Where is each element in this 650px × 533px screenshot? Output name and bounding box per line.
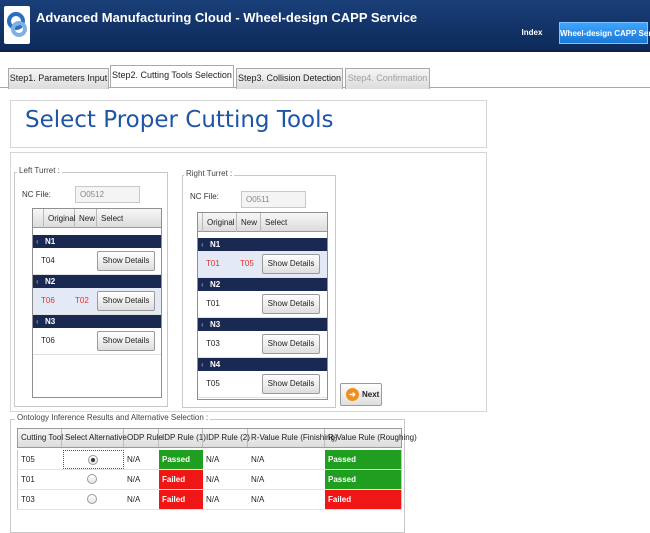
tool-cell: T03	[21, 495, 35, 504]
next-button-label: Next	[362, 390, 380, 399]
original-cell: T03	[206, 339, 220, 348]
table-row: T04 Show Details	[33, 248, 161, 275]
new-cell: T05	[240, 259, 254, 268]
odp-cell: N/A	[127, 475, 141, 484]
left-nc-file-label: NC File:	[22, 190, 51, 199]
new-cell: T02	[75, 296, 89, 305]
tool-cell: T01	[21, 475, 35, 484]
right-turret-label: Right Turret :	[184, 169, 235, 178]
rvalue-finishing-cell: N/A	[251, 475, 265, 484]
right-tools-grid: Original New Select ‹ N1 T01 T05 Show Det…	[197, 212, 328, 400]
select-alternative-cell	[63, 490, 124, 509]
tab-parameters-input[interactable]: Step1. Parameters Input	[8, 68, 109, 89]
tab-confirmation: Step4. Confirmation	[345, 68, 430, 89]
nav-index-link[interactable]: Index	[513, 22, 551, 44]
rvalue-finishing-cell: N/A	[251, 455, 265, 464]
col-cutting-tool: Cutting Tool	[18, 429, 63, 447]
col-rvalue-roughing: R-Value Rule (Roughing)	[328, 433, 417, 442]
show-details-button[interactable]: Show Details	[97, 291, 155, 311]
left-nc-file-field[interactable]: O0512	[75, 186, 140, 203]
app-logo	[4, 6, 30, 44]
group-row[interactable]: ‹ N1	[198, 238, 327, 251]
table-row: T01 N/A Failed N/A N/A Passed	[17, 470, 402, 490]
idp1-cell: Passed	[159, 450, 203, 469]
col-new: New	[75, 209, 97, 228]
right-nc-file-label: NC File:	[190, 192, 219, 201]
table-row: T01 Show Details	[198, 291, 327, 318]
select-alternative-cell	[63, 470, 124, 489]
idp1-cell: Failed	[159, 470, 203, 489]
table-row: T03 N/A Failed N/A N/A Failed	[17, 490, 402, 510]
next-button[interactable]: ➜ Next	[340, 383, 382, 406]
idp2-cell: N/A	[206, 455, 220, 464]
page-title: Select Proper Cutting Tools	[25, 107, 334, 133]
original-cell: T04	[41, 256, 55, 265]
table-row: T06 T02 Show Details	[33, 288, 161, 315]
rvalue-roughing-cell: Failed	[325, 490, 401, 509]
table-row: T05 Show Details	[198, 371, 327, 398]
tab-collision-detection[interactable]: Step3. Collision Detection	[236, 68, 343, 89]
group-row[interactable]: ‹ N2	[33, 275, 161, 288]
alternative-radio[interactable]	[88, 455, 98, 465]
table-row: T01 T05 Show Details	[198, 251, 327, 278]
original-cell: T06	[41, 296, 55, 305]
idp2-cell: N/A	[206, 475, 220, 484]
show-details-button[interactable]: Show Details	[97, 331, 155, 351]
rvalue-finishing-cell: N/A	[251, 495, 265, 504]
alternative-radio[interactable]	[87, 474, 97, 484]
left-tools-grid: Original New Select ‹ N1 T04 Show Details…	[32, 208, 162, 398]
original-cell: T01	[206, 259, 220, 268]
original-cell: T06	[41, 336, 55, 345]
show-details-button[interactable]: Show Details	[97, 251, 155, 271]
ontology-table-header: Cutting Tool Select Alternative ODP Rule…	[17, 428, 417, 448]
app-title: Advanced Manufacturing Cloud - Wheel-des…	[36, 10, 418, 25]
col-select: Select	[265, 218, 288, 227]
group-row[interactable]: ‹ N4	[198, 358, 327, 371]
table-row: T03 Show Details	[198, 331, 327, 358]
arrow-right-icon: ➜	[346, 388, 359, 401]
idp1-cell: Failed	[159, 490, 203, 509]
col-original: Original	[203, 213, 237, 232]
ontology-label: Ontology Inference Results and Alternati…	[15, 413, 211, 422]
group-row[interactable]: ‹ N1	[33, 235, 161, 248]
show-details-button[interactable]: Show Details	[262, 294, 320, 314]
idp2-cell: N/A	[206, 495, 220, 504]
table-row: T05 N/A Passed N/A N/A Passed	[17, 450, 402, 470]
col-select-alternative: Select Alternative	[62, 429, 127, 447]
col-idp-rule-1: IDP Rule (1)	[159, 429, 206, 447]
grid-header: Original New Select	[198, 213, 327, 232]
tab-cutting-tools-selection[interactable]: Step2. Cutting Tools Selection	[110, 65, 234, 87]
table-row: T06 Show Details	[33, 328, 161, 355]
original-cell: T01	[206, 299, 220, 308]
col-new: New	[237, 213, 261, 232]
alternative-radio[interactable]	[87, 494, 97, 504]
rvalue-roughing-cell: Passed	[325, 470, 401, 489]
group-row[interactable]: ‹ N3	[198, 318, 327, 331]
show-details-button[interactable]: Show Details	[262, 374, 320, 394]
left-turret-label: Left Turret :	[17, 166, 62, 175]
odp-cell: N/A	[127, 455, 141, 464]
original-cell: T05	[206, 379, 220, 388]
col-original: Original	[44, 209, 76, 228]
odp-cell: N/A	[127, 495, 141, 504]
col-idp-rule-2: IDP Rule (2)	[203, 429, 250, 447]
group-row[interactable]: ‹ N2	[198, 278, 327, 291]
tool-cell: T05	[21, 455, 35, 464]
grid-header: Original New Select	[33, 209, 161, 228]
select-alternative-cell	[63, 450, 124, 469]
show-details-button[interactable]: Show Details	[262, 254, 320, 274]
nav-service-link[interactable]: Wheel-design CAPP Service	[559, 22, 650, 44]
col-odp-rule: ODP Rule	[124, 429, 163, 447]
group-row[interactable]: ‹ N3	[33, 315, 161, 328]
rvalue-roughing-cell: Passed	[325, 450, 401, 469]
col-select: Select	[101, 214, 124, 223]
col-rvalue-finishing: R-Value Rule (Finishing)	[248, 429, 338, 447]
show-details-button[interactable]: Show Details	[262, 334, 320, 354]
right-nc-file-field[interactable]: O0511	[241, 191, 306, 208]
app-header	[0, 0, 650, 52]
